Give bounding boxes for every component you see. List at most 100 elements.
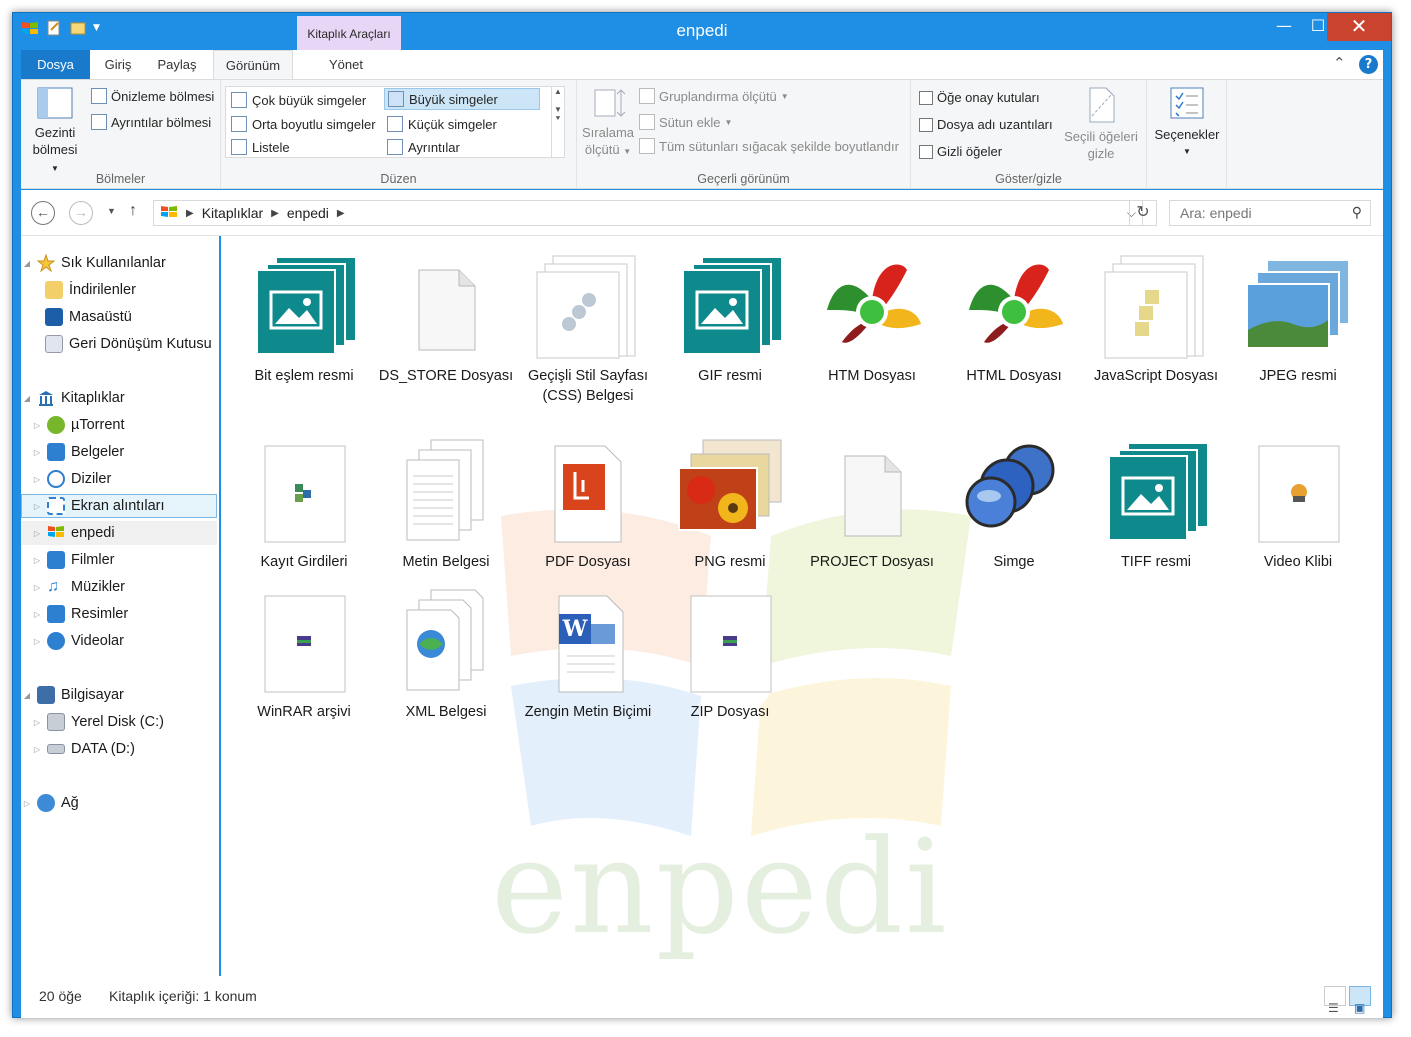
file-item[interactable]: PDF Dosyası xyxy=(519,436,657,572)
expand-arrow-icon[interactable]: ▷ xyxy=(31,502,43,511)
expand-arrow-icon[interactable]: ▷ xyxy=(31,718,43,727)
tab-home[interactable]: Giriş xyxy=(95,50,141,79)
search-input[interactable]: Ara: enpedi ⚲ xyxy=(1169,200,1371,226)
file-item[interactable]: WinRAR arşivi xyxy=(235,586,373,722)
file-item[interactable]: XML Belgesi xyxy=(377,586,515,722)
expand-arrow-icon[interactable]: ▷ xyxy=(31,637,43,646)
file-extensions-checkbox[interactable] xyxy=(919,117,933,132)
nav-utorrent[interactable]: ▷ µTorrent xyxy=(21,413,217,437)
nav-favorites[interactable]: ◢ Sık Kullanılanlar xyxy=(21,251,217,275)
file-item[interactable]: Kayıt Girdileri xyxy=(235,436,373,572)
nav-data-d[interactable]: ▷ DATA (D:) xyxy=(21,737,217,761)
nav-videos[interactable]: ▷ Videolar xyxy=(21,629,217,653)
layout-medium-icons[interactable]: Orta boyutlu simgeler xyxy=(228,113,379,135)
options-button[interactable]: Seçenekler ▼ xyxy=(1151,86,1223,160)
address-bar[interactable]: ▶ Kitaplıklar ▶ enpedi ▶ ⌵ xyxy=(153,200,1143,226)
nav-enpedi[interactable]: ▷ enpedi xyxy=(21,521,217,545)
collapse-arrow-icon[interactable]: ◢ xyxy=(21,259,33,268)
breadcrumb-separator-icon[interactable]: ▶ xyxy=(271,208,279,219)
collapse-arrow-icon[interactable]: ◢ xyxy=(21,394,33,403)
nav-screenshots[interactable]: ▷ Ekran alıntıları xyxy=(21,494,217,518)
expand-arrow-icon[interactable]: ▷ xyxy=(31,448,43,457)
preview-pane-button[interactable]: Önizleme bölmesi xyxy=(91,88,214,104)
file-item[interactable]: ZIP Dosyası xyxy=(661,586,799,722)
layout-large-icons[interactable]: Büyük simgeler xyxy=(384,88,540,110)
navigation-pane-button[interactable]: Gezinti bölmesi ▼ xyxy=(27,86,83,177)
layout-extra-large-icons[interactable]: Çok büyük simgeler xyxy=(228,89,369,111)
file-extensions-toggle[interactable]: Dosya adı uzantıları xyxy=(919,117,1053,132)
breadcrumb-separator-icon[interactable]: ▶ xyxy=(186,208,194,219)
size-columns-button[interactable]: Tüm sütunları sığacak şekilde boyutlandı… xyxy=(639,138,899,154)
breadcrumb-enpedi[interactable]: enpedi xyxy=(287,205,329,221)
close-button[interactable]: ✕ xyxy=(1327,13,1391,41)
expand-arrow-icon[interactable]: ▷ xyxy=(31,475,43,484)
file-item[interactable]: PROJECT Dosyası xyxy=(803,436,941,572)
minimize-ribbon-icon[interactable]: ⌃ xyxy=(1333,54,1346,72)
tab-view[interactable]: Görünüm xyxy=(213,50,293,80)
tab-file[interactable]: Dosya xyxy=(21,50,90,79)
expand-arrow-icon[interactable]: ▷ xyxy=(31,421,43,430)
layout-small-icons[interactable]: Küçük simgeler xyxy=(384,113,500,135)
item-checkboxes-checkbox[interactable] xyxy=(919,90,933,105)
nav-local-disk-c[interactable]: ▷ Yerel Disk (C:) xyxy=(21,710,217,734)
expand-arrow-icon[interactable]: ▷ xyxy=(31,583,43,592)
nav-documents[interactable]: ▷ Belgeler xyxy=(21,440,217,464)
file-item[interactable]: GIF resmi xyxy=(661,250,799,386)
nav-desktop[interactable]: Masaüstü xyxy=(21,305,217,329)
hidden-items-checkbox[interactable] xyxy=(919,144,933,159)
nav-movies[interactable]: ▷ Filmler xyxy=(21,548,217,572)
file-item[interactable]: JavaScript Dosyası xyxy=(1087,250,1225,386)
nav-downloads[interactable]: İndirilenler xyxy=(21,278,217,302)
browser-flower-icon xyxy=(959,250,1069,360)
collapse-arrow-icon[interactable]: ◢ xyxy=(21,691,33,700)
nav-network[interactable]: ▷ Ağ xyxy=(21,791,217,815)
file-item[interactable]: HTML Dosyası xyxy=(945,250,1083,386)
item-checkboxes-toggle[interactable]: Öğe onay kutuları xyxy=(919,90,1040,105)
back-button[interactable]: ← xyxy=(31,201,55,225)
expand-arrow-icon[interactable]: ▷ xyxy=(21,799,33,808)
expand-arrow-icon[interactable]: ▷ xyxy=(31,556,43,565)
file-item[interactable]: DS_STORE Dosyası xyxy=(377,250,515,386)
expand-arrow-icon[interactable]: ▷ xyxy=(31,610,43,619)
group-by-button[interactable]: Gruplandırma ölçütü ▼ xyxy=(639,88,789,104)
nav-recycle-bin[interactable]: Geri Dönüşüm Kutusu xyxy=(21,332,217,356)
up-arrow-icon[interactable]: ↑ xyxy=(129,202,137,220)
nav-pictures[interactable]: ▷ Resimler xyxy=(21,602,217,626)
file-item[interactable]: Geçişli Stil Sayfası (CSS) Belgesi xyxy=(519,250,657,406)
refresh-button[interactable]: ↻ xyxy=(1129,200,1157,226)
add-columns-button[interactable]: Sütun ekle ▼ xyxy=(639,114,732,130)
expand-arrow-icon[interactable]: ▷ xyxy=(31,745,43,754)
hide-selected-button[interactable]: Seçili öğeleri gizle xyxy=(1061,86,1141,162)
file-item[interactable]: Bit eşlem resmi xyxy=(235,250,373,386)
breadcrumb-separator-icon[interactable]: ▶ xyxy=(337,208,345,219)
file-item[interactable]: Metin Belgesi xyxy=(377,436,515,572)
layout-gallery-scroll[interactable]: ▲ ▼ ⯆ xyxy=(551,86,565,158)
layout-details[interactable]: Ayrıntılar xyxy=(384,136,463,158)
large-icons-view-button[interactable]: ▣ xyxy=(1349,986,1371,1015)
file-item[interactable]: PNG resmi xyxy=(661,436,799,572)
help-icon[interactable]: ? xyxy=(1359,55,1378,74)
details-pane-button[interactable]: Ayrıntılar bölmesi xyxy=(91,114,211,130)
nav-computer[interactable]: ◢ Bilgisayar xyxy=(21,683,217,707)
layout-list[interactable]: Listele xyxy=(228,136,293,158)
recent-locations-dropdown-icon[interactable]: ▼ xyxy=(107,206,116,216)
nav-series[interactable]: ▷ Diziler xyxy=(21,467,217,491)
tab-manage[interactable]: Yönet xyxy=(311,50,381,79)
expand-arrow-icon[interactable]: ▷ xyxy=(31,529,43,538)
sort-by-button[interactable]: Sıralama ölçütü ▼ xyxy=(579,86,637,160)
nav-music[interactable]: ▷ ♫ Müzikler xyxy=(21,575,217,599)
file-item[interactable]: JPEG resmi xyxy=(1229,250,1367,386)
file-item[interactable]: HTM Dosyası xyxy=(803,250,941,386)
minimize-button[interactable]: — xyxy=(1267,13,1301,41)
file-item[interactable]: W Zengin Metin Biçimi xyxy=(519,586,657,722)
breadcrumb-libraries[interactable]: Kitaplıklar xyxy=(202,205,263,221)
file-item[interactable]: Video Klibi xyxy=(1229,436,1367,572)
details-view-button[interactable]: ☰ xyxy=(1324,986,1346,1015)
file-item[interactable]: Simge xyxy=(945,436,1083,572)
tab-share[interactable]: Paylaş xyxy=(151,50,203,79)
list-icon xyxy=(231,139,247,155)
hidden-items-toggle[interactable]: Gizli öğeler xyxy=(919,144,1002,159)
file-item[interactable]: TIFF resmi xyxy=(1087,436,1225,572)
nav-libraries[interactable]: ◢ Kitaplıklar xyxy=(21,386,217,410)
forward-button[interactable]: → xyxy=(69,201,93,225)
